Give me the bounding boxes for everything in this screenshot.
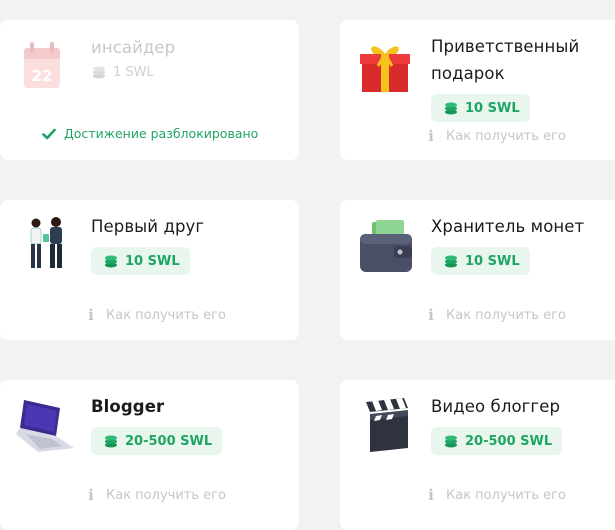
coins-icon bbox=[445, 102, 457, 115]
reward-label: 20-500 SWL bbox=[465, 433, 553, 449]
achievement-card-video-blogger[interactable]: Видео блоггер 20-500 SWL i Как получить … bbox=[340, 380, 615, 530]
reward-label: 1 SWL bbox=[113, 64, 154, 80]
two-people-icon bbox=[30, 217, 62, 268]
how-to-get-label: Как получить его bbox=[106, 487, 226, 503]
coins-icon bbox=[445, 435, 457, 448]
reward-amount: 1 SWL bbox=[91, 64, 154, 80]
reward-pill: 10 SWL bbox=[91, 247, 190, 275]
coins-icon bbox=[93, 66, 105, 79]
achievement-card-first-friend[interactable]: Первый друг 10 SWL i Как получить его bbox=[0, 200, 299, 340]
achievement-card-welcome-gift[interactable]: Приветственный подарок 10 SWL i Как полу… bbox=[340, 20, 615, 160]
reward-label: 10 SWL bbox=[465, 253, 520, 269]
reward-pill: 10 SWL bbox=[431, 247, 530, 275]
laptop-icon bbox=[16, 400, 74, 452]
how-to-get-label: Как получить его bbox=[106, 307, 226, 323]
how-to-get-link[interactable]: i Как получить его bbox=[426, 127, 566, 145]
how-to-get-link[interactable]: i Как получить его bbox=[86, 306, 226, 324]
achievement-title: Приветственный подарок bbox=[431, 33, 579, 87]
reward-label: 10 SWL bbox=[465, 100, 520, 116]
unlocked-label: Достижение разблокировано bbox=[64, 126, 259, 141]
info-icon: i bbox=[428, 486, 434, 504]
reward-pill: 20-500 SWL bbox=[431, 427, 563, 455]
achievement-card-coin-keeper[interactable]: Хранитель монет 10 SWL i Как получить ег… bbox=[340, 200, 615, 340]
unlocked-status: Достижение разблокировано bbox=[42, 126, 258, 141]
info-icon: i bbox=[428, 306, 434, 324]
achievement-title: Первый друг bbox=[91, 217, 205, 236]
reward-label: 10 SWL bbox=[125, 253, 180, 269]
how-to-get-label: Как получить его bbox=[446, 128, 566, 144]
how-to-get-label: Как получить его bbox=[446, 307, 566, 323]
coins-icon bbox=[105, 255, 117, 268]
reward-label: 20-500 SWL bbox=[125, 433, 213, 449]
achievement-title: Blogger bbox=[91, 397, 165, 416]
title-line-1: Приветственный bbox=[431, 37, 580, 56]
coins-icon bbox=[445, 255, 457, 268]
achievement-card-insider[interactable]: 22 инсайдер 1 SWL Достижение разблокиров… bbox=[0, 20, 299, 160]
achievement-title: Видео блоггер bbox=[431, 397, 561, 416]
achievement-title: инсайдер bbox=[91, 38, 176, 57]
how-to-get-link[interactable]: i Как получить его bbox=[426, 486, 566, 504]
how-to-get-link[interactable]: i Как получить его bbox=[86, 486, 226, 504]
clapperboard-icon bbox=[366, 398, 408, 452]
info-icon: i bbox=[88, 486, 94, 504]
reward-pill: 20-500 SWL bbox=[91, 427, 223, 455]
info-icon: i bbox=[428, 127, 434, 145]
how-to-get-link[interactable]: i Как получить его bbox=[426, 306, 566, 324]
reward-pill: 10 SWL bbox=[431, 94, 530, 122]
achievement-card-blogger[interactable]: Blogger 20-500 SWL i Как получить его bbox=[0, 380, 299, 530]
achievement-title: Хранитель монет bbox=[431, 217, 585, 236]
svg-text:22: 22 bbox=[32, 67, 53, 85]
calendar-icon: 22 bbox=[24, 42, 60, 88]
gift-box-icon bbox=[360, 46, 410, 92]
info-icon: i bbox=[88, 306, 94, 324]
checkmark-icon bbox=[42, 128, 56, 139]
title-line-2: подарок bbox=[431, 64, 505, 83]
wallet-icon bbox=[360, 220, 412, 272]
coins-icon bbox=[105, 435, 117, 448]
how-to-get-label: Как получить его bbox=[446, 487, 566, 503]
